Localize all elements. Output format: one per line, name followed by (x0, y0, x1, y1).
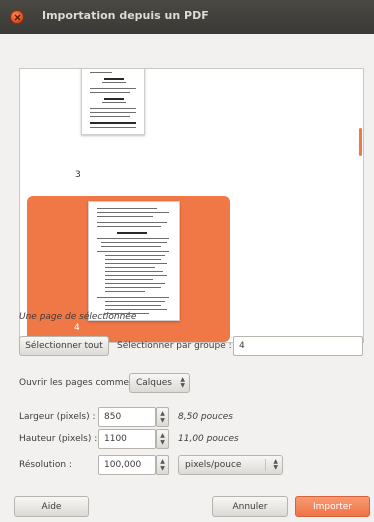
page-preview-list[interactable]: 3 4 (19, 68, 364, 343)
resolution-unit-select[interactable]: pixels/pouce ▲ ▼ (178, 455, 283, 475)
open-pages-as-label: Ouvrir les pages comme (19, 378, 130, 388)
select-arrows-icon: ▲ ▼ (273, 458, 278, 471)
width-label: Largeur (pixels) : (19, 412, 96, 422)
width-input[interactable]: 850 (98, 407, 156, 427)
height-spinner[interactable]: ▲ ▼ (156, 429, 169, 449)
help-button[interactable]: Aide (14, 496, 89, 517)
page-thumbnail-4 (88, 201, 180, 321)
resolution-label: Résolution : (19, 460, 72, 470)
width-inches-hint: 8,50 pouces (178, 412, 233, 422)
resolution-spinner[interactable]: ▲ ▼ (156, 455, 169, 475)
height-input[interactable]: 1100 (98, 429, 156, 449)
page-thumbnail-3[interactable] (81, 69, 145, 135)
preview-scrollbar[interactable] (359, 128, 362, 156)
title-bar: Importation depuis un PDF (0, 0, 374, 34)
open-pages-as-value: Calques (136, 378, 172, 388)
height-label: Hauteur (pixels) : (19, 434, 98, 444)
select-arrows-icon: ▲ ▼ (180, 376, 185, 389)
close-icon[interactable] (10, 10, 24, 24)
selection-status: Une page de sélectionnée (19, 312, 137, 322)
resolution-input[interactable]: 100,000 (98, 455, 156, 475)
select-by-group-input[interactable]: 4 (233, 336, 363, 356)
select-by-group-label: Sélectionner par groupe : (117, 341, 232, 351)
resolution-unit-value: pixels/pouce (185, 460, 242, 470)
import-dialog: 3 4 Une page de sélectionnée Sélectionne… (0, 34, 374, 522)
select-all-button[interactable]: Sélectionner tout (19, 336, 109, 356)
page-label-3: 3 (75, 170, 81, 180)
page-label-4: 4 (74, 323, 80, 333)
open-pages-as-select[interactable]: Calques ▲ ▼ (129, 373, 190, 393)
cancel-button[interactable]: Annuler (212, 496, 288, 517)
width-spinner[interactable]: ▲ ▼ (156, 407, 169, 427)
height-inches-hint: 11,00 pouces (178, 434, 239, 444)
import-button[interactable]: Importer (295, 496, 370, 517)
window-title: Importation depuis un PDF (42, 9, 209, 22)
